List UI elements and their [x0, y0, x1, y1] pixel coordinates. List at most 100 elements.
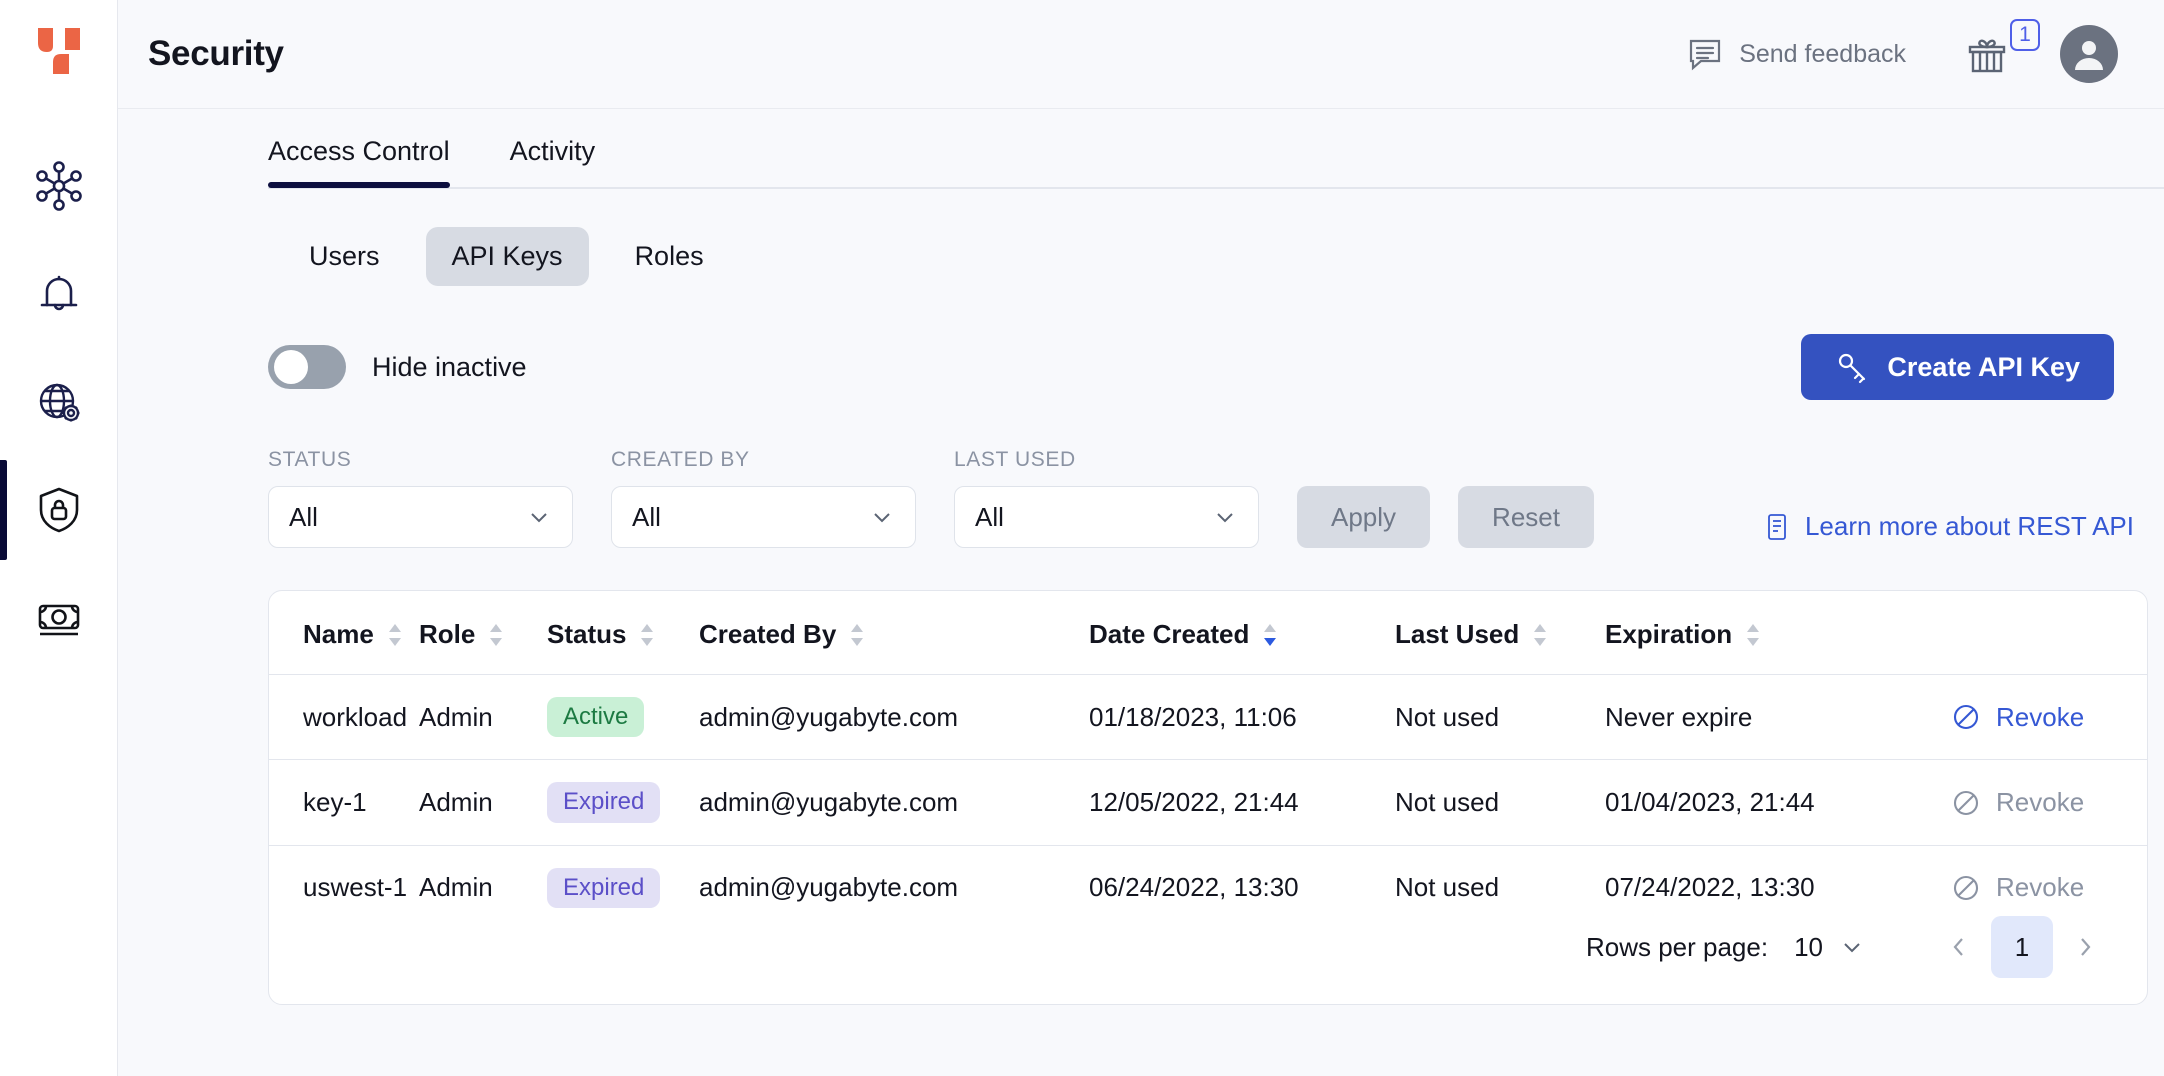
- tab-access-control[interactable]: Access Control: [268, 136, 450, 187]
- status-filter[interactable]: All: [268, 486, 573, 548]
- sidebar: [0, 0, 118, 1076]
- table-body: workload Admin Active admin@yugabyte.com…: [269, 675, 2147, 931]
- create-api-key-button[interactable]: Create API Key: [1801, 334, 2114, 400]
- gift-badge-count: 1: [2010, 19, 2040, 51]
- last-used-filter[interactable]: All: [954, 486, 1259, 548]
- cell-date-created: 06/24/2022, 13:30: [1089, 845, 1395, 930]
- user-avatar-icon: [2068, 33, 2110, 75]
- column-header-date-created[interactable]: Date Created: [1089, 591, 1395, 675]
- app-root: Security Send feedback: [0, 0, 2164, 1076]
- next-page-button[interactable]: [2059, 921, 2111, 973]
- status-filter-label: STATUS: [268, 448, 573, 472]
- cell-last-used: Not used: [1395, 675, 1605, 760]
- sidebar-item-billing[interactable]: [0, 564, 118, 672]
- yugabyte-logo[interactable]: [31, 26, 87, 76]
- cell-actions: Revoke: [1950, 760, 2147, 845]
- prev-page-button[interactable]: [1933, 921, 1985, 973]
- page-number-1[interactable]: 1: [1991, 916, 2053, 978]
- subtab-api-keys[interactable]: API Keys: [426, 227, 589, 286]
- send-feedback-label: Send feedback: [1739, 40, 1906, 69]
- revoke-button[interactable]: Revoke: [1950, 701, 2147, 733]
- column-header-status[interactable]: Status: [547, 591, 699, 675]
- apply-button[interactable]: Apply: [1297, 486, 1430, 548]
- learn-more-rest-api-link[interactable]: Learn more about REST API: [1763, 511, 2134, 548]
- main-content: Security Send feedback: [118, 0, 2164, 1076]
- pagination: Rows per page: 10 1: [1586, 916, 2111, 978]
- column-header-actions: [1950, 591, 2147, 675]
- last-used-filter-label: LAST USED: [954, 448, 1259, 472]
- create-api-key-label: Create API Key: [1887, 352, 2080, 383]
- revoke-no-entry-icon: [1950, 701, 1982, 733]
- sort-icon: [1742, 621, 1764, 649]
- table-row[interactable]: workload Admin Active admin@yugabyte.com…: [269, 675, 2147, 760]
- primary-tabs: Access Control Activity: [118, 109, 2164, 187]
- created-by-filter-label: CREATED BY: [611, 448, 916, 472]
- column-header-role[interactable]: Role: [419, 591, 547, 675]
- status-filter-value: All: [289, 502, 318, 533]
- status-badge: Active: [547, 697, 644, 737]
- sidebar-item-network[interactable]: [0, 348, 118, 456]
- cell-status: Expired: [547, 760, 699, 845]
- cell-last-used: Not used: [1395, 845, 1605, 930]
- cell-role: Admin: [419, 845, 547, 930]
- avatar[interactable]: [2060, 25, 2118, 83]
- column-label: Expiration: [1605, 619, 1732, 650]
- column-header-last-used[interactable]: Last Used: [1395, 591, 1605, 675]
- rows-per-page-value: 10: [1794, 932, 1823, 963]
- cell-role: Admin: [419, 760, 547, 845]
- chevron-down-icon: [526, 504, 552, 530]
- bell-alerts-icon: [32, 267, 86, 321]
- secondary-tabs: Users API Keys Roles: [118, 227, 2164, 286]
- rows-per-page-label: Rows per page:: [1586, 932, 1768, 963]
- sort-icon: [485, 621, 507, 649]
- column-header-created-by[interactable]: Created By: [699, 591, 1089, 675]
- subtab-users[interactable]: Users: [283, 227, 406, 286]
- subtab-roles[interactable]: Roles: [609, 227, 730, 286]
- api-keys-table: Name Role Status: [269, 591, 2147, 930]
- last-used-filter-value: All: [975, 502, 1004, 533]
- sidebar-item-clusters[interactable]: [0, 132, 118, 240]
- table-header-row: Name Role Status: [269, 591, 2147, 675]
- column-label: Last Used: [1395, 619, 1519, 650]
- gift-button[interactable]: 1: [1958, 25, 2016, 83]
- cell-date-created: 12/05/2022, 21:44: [1089, 760, 1395, 845]
- created-by-filter-group: CREATED BY All: [611, 448, 916, 548]
- cell-name: key-1: [269, 760, 419, 845]
- cell-created-by: admin@yugabyte.com: [699, 760, 1089, 845]
- cell-created-by: admin@yugabyte.com: [699, 675, 1089, 760]
- banknote-billing-icon: [32, 591, 86, 645]
- revoke-label: Revoke: [1996, 787, 2084, 818]
- globe-gear-network-icon: [32, 375, 86, 429]
- document-icon: [1763, 512, 1791, 542]
- cell-expiration: 01/04/2023, 21:44: [1605, 760, 1950, 845]
- last-used-filter-group: LAST USED All: [954, 448, 1259, 548]
- column-header-name[interactable]: Name: [269, 591, 419, 675]
- hide-inactive-label: Hide inactive: [372, 352, 527, 383]
- sidebar-item-security[interactable]: [0, 456, 118, 564]
- status-badge: Expired: [547, 868, 660, 908]
- chat-message-icon: [1686, 35, 1724, 73]
- column-label: Created By: [699, 619, 836, 650]
- column-label: Date Created: [1089, 619, 1249, 650]
- created-by-filter[interactable]: All: [611, 486, 916, 548]
- revoke-label: Revoke: [1996, 872, 2084, 903]
- revoke-no-entry-icon: [1950, 872, 1982, 904]
- hide-inactive-toggle[interactable]: [268, 345, 346, 389]
- rows-per-page-select[interactable]: 10: [1794, 932, 1865, 963]
- chevron-left-icon: [1946, 934, 1972, 960]
- clusters-network-icon: [32, 159, 86, 213]
- send-feedback-button[interactable]: Send feedback: [1686, 35, 1906, 73]
- cell-actions: Revoke: [1950, 675, 2147, 760]
- column-header-expiration[interactable]: Expiration: [1605, 591, 1950, 675]
- revoke-button: Revoke: [1950, 872, 2147, 904]
- sidebar-item-alerts[interactable]: [0, 240, 118, 348]
- column-label: Status: [547, 619, 626, 650]
- cell-status: Expired: [547, 845, 699, 930]
- table-row[interactable]: key-1 Admin Expired admin@yugabyte.com 1…: [269, 760, 2147, 845]
- sort-icon: [384, 621, 406, 649]
- tabs-divider: [268, 187, 2164, 189]
- reset-button[interactable]: Reset: [1458, 486, 1594, 548]
- chevron-down-icon: [869, 504, 895, 530]
- tab-activity[interactable]: Activity: [510, 136, 596, 187]
- key-icon: [1835, 350, 1869, 384]
